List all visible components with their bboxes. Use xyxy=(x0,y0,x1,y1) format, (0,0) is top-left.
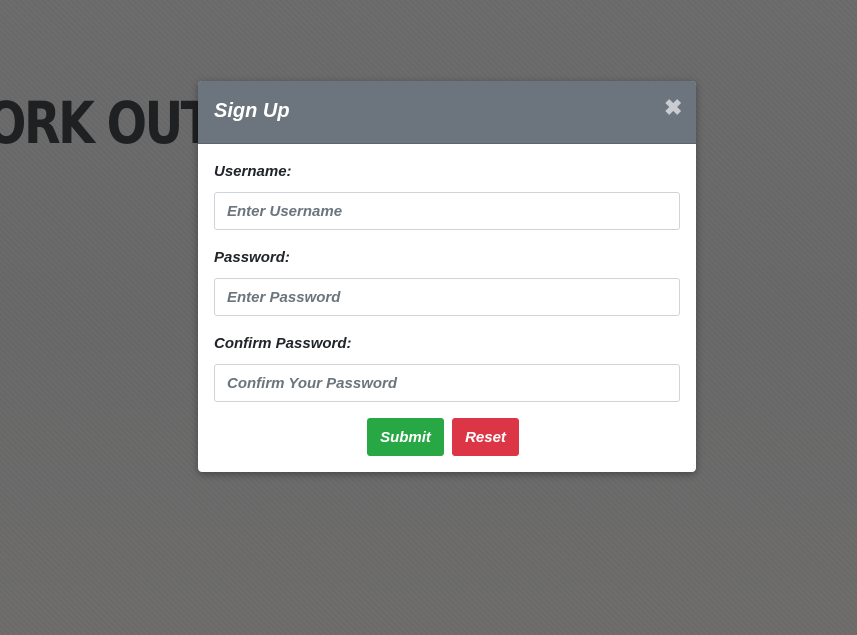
username-label: Username: xyxy=(214,163,292,180)
confirm-password-label: Confirm Password: xyxy=(214,335,352,352)
confirm-password-input[interactable] xyxy=(214,364,680,402)
modal-header: Sign Up ✖ xyxy=(198,81,696,144)
modal-title: Sign Up xyxy=(214,100,290,122)
close-icon[interactable]: ✖ xyxy=(664,97,682,119)
reset-button[interactable]: Reset xyxy=(452,418,519,456)
username-input[interactable] xyxy=(214,192,680,230)
submit-button[interactable]: Submit xyxy=(367,418,444,456)
signup-modal: Sign Up ✖ Username: Password: Confirm Pa… xyxy=(198,81,696,472)
password-label: Password: xyxy=(214,249,290,266)
password-input[interactable] xyxy=(214,278,680,316)
